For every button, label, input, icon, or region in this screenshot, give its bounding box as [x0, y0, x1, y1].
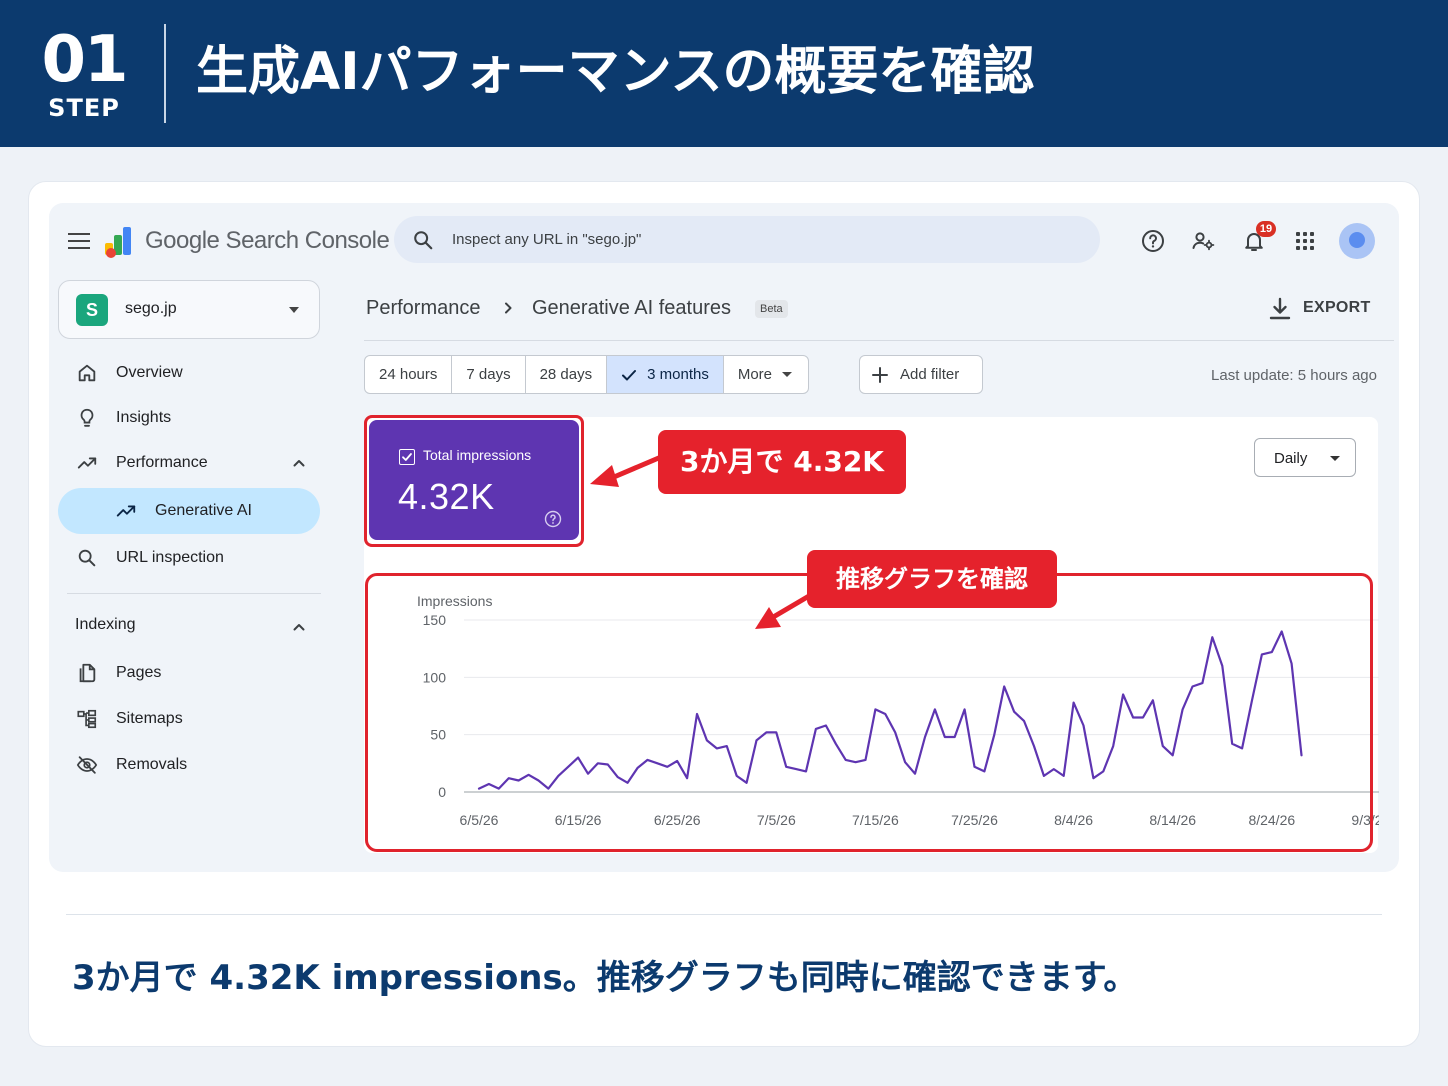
caret-down-icon: [782, 372, 793, 377]
trending-up-icon: [116, 505, 136, 517]
metric-callout: 3か月で 4.32K: [658, 430, 906, 494]
apps-grid-icon[interactable]: [1293, 229, 1317, 253]
sidebar-item-label: Performance: [116, 454, 208, 471]
pages-icon: [79, 663, 96, 683]
range-chip-more[interactable]: More: [724, 356, 808, 393]
add-filter-label: Add filter: [900, 366, 960, 383]
step-label: STEP: [48, 94, 120, 122]
sidebar-item-pages[interactable]: Pages: [58, 650, 320, 696]
sidebar-item-label: Pages: [116, 664, 162, 681]
chevron-down-icon: [289, 307, 299, 313]
last-update-text: Last update: 5 hours ago: [1211, 367, 1377, 384]
caption-text: 3か月で 4.32K impressions。推移グラフも同時に確認できます。: [72, 958, 1138, 998]
step-title: 生成AIパフォーマンスの概要を確認: [196, 42, 1035, 102]
granularity-label: Daily: [1274, 450, 1308, 467]
notifications-button[interactable]: 19: [1242, 221, 1276, 253]
sidebar-item-label: Generative AI: [155, 502, 252, 519]
url-inspect-bar: [394, 216, 1100, 263]
sidebar-item-label: Overview: [116, 364, 183, 381]
notification-count-badge: 19: [1256, 221, 1276, 237]
caption-divider: [66, 914, 1382, 915]
download-icon: [1269, 297, 1291, 320]
sidebar-item-label: Removals: [116, 756, 188, 773]
chart-callout: 推移グラフを確認: [807, 550, 1057, 608]
chevron-up-icon[interactable]: [292, 620, 306, 634]
sidebar-item-insights[interactable]: Insights: [58, 395, 320, 441]
chevron-up-icon: [293, 460, 305, 467]
range-chip-7-days[interactable]: 7 days: [452, 356, 526, 393]
app-name: Google Search Console: [145, 227, 390, 254]
step-number: 01: [41, 23, 128, 97]
search-icon: [78, 549, 96, 567]
page-title: Generative AI features: [532, 297, 732, 319]
sidebar-item-label: Insights: [116, 409, 172, 426]
sitemap-icon: [77, 709, 97, 729]
property-name: sego.jp: [125, 300, 177, 317]
check-icon: [622, 370, 637, 381]
sidebar-item-url-inspection[interactable]: URL inspection: [58, 535, 320, 581]
chevron-right-icon: [505, 302, 512, 314]
sidebar-item-generative-ai[interactable]: Generative AI: [58, 488, 320, 534]
account-avatar[interactable]: [1339, 223, 1375, 259]
range-chip-3-months[interactable]: 3 months: [607, 356, 724, 393]
help-icon[interactable]: [1141, 229, 1165, 253]
search-console-logo-icon: [105, 227, 131, 258]
add-filter-button[interactable]: Add filter: [859, 355, 983, 394]
chart-highlight-box: [365, 573, 1373, 852]
caret-down-icon: [1330, 456, 1340, 461]
step-divider: [164, 24, 166, 123]
granularity-select[interactable]: Daily: [1254, 438, 1356, 477]
metric-highlight-box: [364, 415, 584, 547]
url-inspect-input[interactable]: [452, 216, 1072, 263]
property-selector[interactable]: S sego.jp: [58, 280, 320, 339]
menu-icon[interactable]: [68, 233, 90, 251]
search-console-window: Google Search Console 19 S seg: [49, 203, 1399, 872]
beta-badge: Beta: [755, 300, 788, 318]
sidebar-item-label: URL inspection: [116, 549, 224, 566]
step-header: 01 STEP 生成AIパフォーマンスの概要を確認: [0, 0, 1448, 147]
sidebar-item-overview[interactable]: Overview: [58, 350, 320, 396]
date-range-chips: 24 hours 7 days 28 days 3 months More: [364, 355, 810, 394]
lightbulb-icon: [80, 408, 94, 427]
breadcrumb-performance[interactable]: Performance: [366, 297, 481, 320]
range-chip-24-hours[interactable]: 24 hours: [365, 356, 453, 393]
eye-off-icon: [76, 756, 98, 774]
search-icon: [414, 231, 433, 250]
sidebar-item-performance[interactable]: Performance: [58, 440, 320, 486]
sidebar-divider: [67, 593, 321, 594]
sidebar-item-label: Sitemaps: [116, 710, 183, 727]
header-divider: [364, 340, 1394, 341]
indexing-section-label[interactable]: Indexing: [75, 616, 136, 634]
range-chip-28-days[interactable]: 28 days: [526, 356, 608, 393]
plus-icon: [872, 367, 888, 383]
sidebar-item-sitemaps[interactable]: Sitemaps: [58, 696, 320, 742]
export-label: EXPORT: [1303, 299, 1371, 316]
user-settings-icon[interactable]: [1191, 229, 1215, 253]
sidebar-item-removals[interactable]: Removals: [58, 742, 320, 788]
home-icon: [78, 364, 96, 382]
trending-up-icon: [77, 457, 97, 469]
range-chip-label: More: [737, 366, 773, 383]
range-chip-label: 3 months: [647, 366, 709, 383]
property-icon: S: [76, 294, 108, 326]
